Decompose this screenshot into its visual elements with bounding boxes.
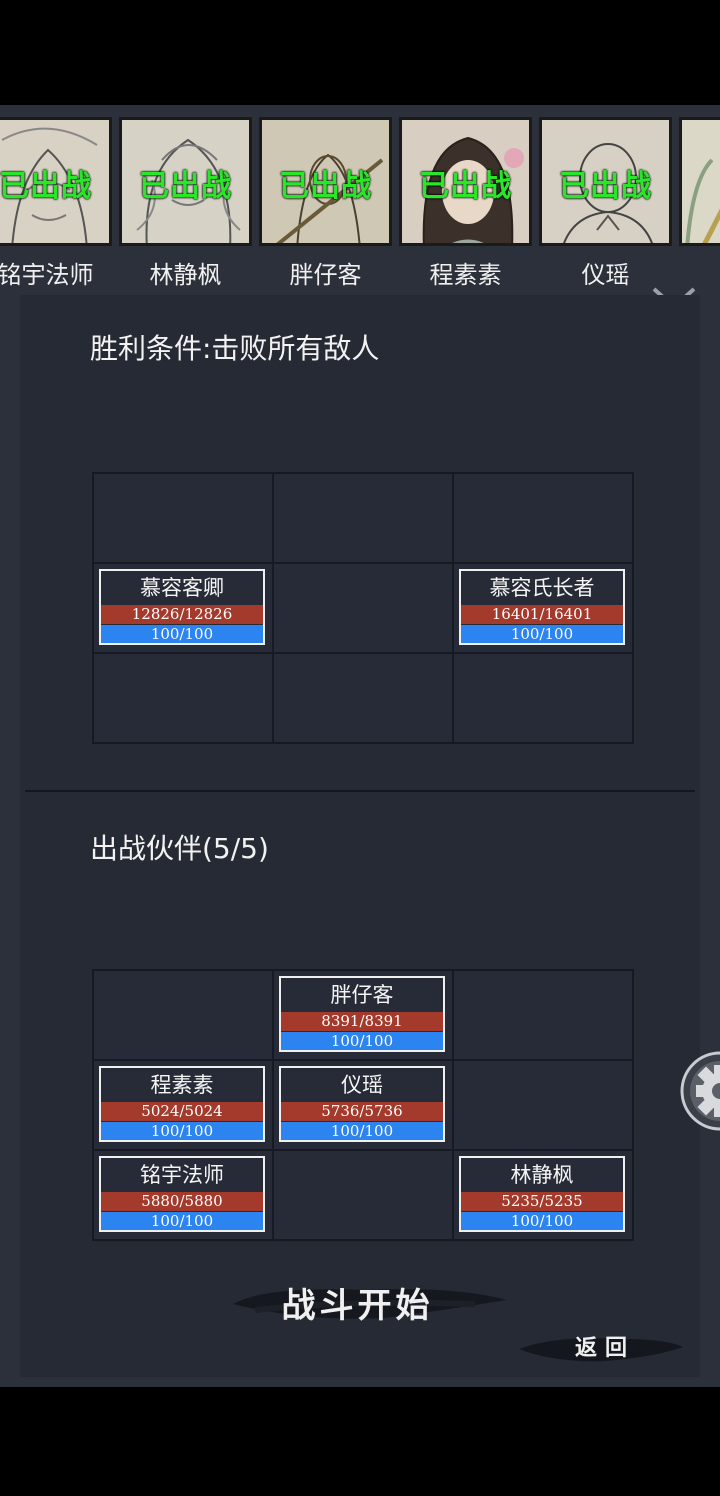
- portrait-name: 林静枫: [149, 261, 222, 289]
- unit-mp-bar: 100/100: [101, 1122, 263, 1140]
- grid-cell: [454, 654, 632, 742]
- deployed-label: 已出战: [419, 169, 512, 204]
- roster-portrait-next[interactable]: [679, 117, 720, 293]
- unit-hp-bar: 5880/5880: [101, 1192, 263, 1211]
- unit-hp-bar: 5736/5736: [281, 1102, 443, 1121]
- navigation-bar-area: [0, 1387, 720, 1496]
- unit-hp-bar: 12826/12826: [101, 605, 263, 624]
- section-divider: [25, 790, 695, 792]
- start-battle-button[interactable]: 战斗开始: [225, 1272, 510, 1332]
- ally-unit-card[interactable]: 林静枫 5235/5235 100/100: [459, 1156, 625, 1232]
- unit-name: 程素素: [150, 1073, 214, 1097]
- grid-cell[interactable]: [454, 1061, 632, 1149]
- roster-portrait-linjingfeng[interactable]: 已出战 林静枫: [119, 117, 252, 293]
- back-button[interactable]: 返回: [515, 1327, 685, 1371]
- ally-formation-grid: 胖仔客 8391/8391 100/100 程素素 5024/5024 100/…: [92, 969, 634, 1241]
- unit-mp-bar: 100/100: [281, 1122, 443, 1140]
- enemy-unit-card[interactable]: 慕容客卿 12826/12826 100/100: [99, 569, 265, 645]
- ally-unit-card[interactable]: 铭宇法师 5880/5880 100/100: [99, 1156, 265, 1232]
- ally-unit-card[interactable]: 程素素 5024/5024 100/100: [99, 1066, 265, 1142]
- unit-name: 林静枫: [510, 1163, 574, 1187]
- grid-cell: [274, 474, 452, 562]
- settings-gear-icon[interactable]: [678, 1051, 720, 1131]
- roster-portrait-mingyu[interactable]: 已出战 铭宇法师: [0, 117, 112, 293]
- unit-name: 仪瑶: [341, 1073, 383, 1097]
- unit-mp-bar: 100/100: [101, 625, 263, 643]
- ally-unit-card[interactable]: 仪瑶 5736/5736 100/100: [279, 1066, 445, 1142]
- deployed-label: 已出战: [559, 169, 652, 204]
- deployed-label: 已出战: [279, 169, 372, 204]
- portrait-name: 程素素: [429, 261, 502, 289]
- portrait-image: [679, 117, 720, 246]
- grid-cell: [94, 654, 272, 742]
- grid-cell[interactable]: [274, 1151, 452, 1239]
- deployed-label: 已出战: [0, 169, 92, 204]
- ally-unit-card[interactable]: 胖仔客 8391/8391 100/100: [279, 976, 445, 1052]
- grid-cell: [274, 564, 452, 652]
- enemy-formation-grid: 慕容客卿 12826/12826 100/100 慕容氏长者 16401/164…: [92, 472, 634, 744]
- grid-cell[interactable]: [454, 971, 632, 1059]
- deployed-label: 已出战: [139, 169, 232, 204]
- battle-setup-panel: 胜利条件:击败所有敌人 慕容客卿 12826/12826 100/100 慕容氏…: [20, 295, 700, 1377]
- unit-name: 胖仔客: [330, 983, 394, 1007]
- grid-cell: [274, 654, 452, 742]
- enemy-unit-card[interactable]: 慕容氏长者 16401/16401 100/100: [459, 569, 625, 645]
- unit-hp-bar: 5235/5235: [461, 1192, 623, 1211]
- unit-mp-bar: 100/100: [461, 625, 623, 643]
- grid-cell: [454, 474, 632, 562]
- unit-mp-bar: 100/100: [101, 1212, 263, 1230]
- back-label: 返回: [574, 1335, 635, 1361]
- unit-name: 铭宇法师: [140, 1163, 224, 1187]
- start-battle-label: 战斗开始: [281, 1286, 434, 1326]
- unit-hp-bar: 5024/5024: [101, 1102, 263, 1121]
- roster-portrait-pangzaike[interactable]: 已出战 胖仔客: [259, 117, 392, 293]
- portrait-name: 胖仔客: [289, 261, 362, 289]
- victory-condition-title: 胜利条件:击败所有敌人: [90, 332, 380, 365]
- roster-strip[interactable]: 已出战 铭宇法师 已出战 林静枫 已出战 胖仔客 已出战 程素素 已出战 仪瑶: [0, 117, 720, 293]
- unit-hp-bar: 8391/8391: [281, 1012, 443, 1031]
- unit-name: 慕容氏长者: [489, 576, 595, 600]
- grid-cell: [94, 474, 272, 562]
- portrait-name: 铭宇法师: [0, 261, 94, 289]
- unit-name: 慕容客卿: [140, 576, 224, 600]
- battle-prep-screen: 已出战 铭宇法师 已出战 林静枫 已出战 胖仔客 已出战 程素素 已出战 仪瑶 …: [0, 105, 720, 1387]
- roster-portrait-chengsusu[interactable]: 已出战 程素素: [399, 117, 532, 293]
- partners-title: 出战伙伴(5/5): [90, 832, 269, 865]
- roster-portrait-yiyao[interactable]: 已出战 仪瑶: [539, 117, 672, 293]
- unit-hp-bar: 16401/16401: [461, 605, 623, 624]
- status-bar-area: [0, 0, 720, 105]
- unit-mp-bar: 100/100: [461, 1212, 623, 1230]
- grid-cell[interactable]: [94, 971, 272, 1059]
- unit-mp-bar: 100/100: [281, 1032, 443, 1050]
